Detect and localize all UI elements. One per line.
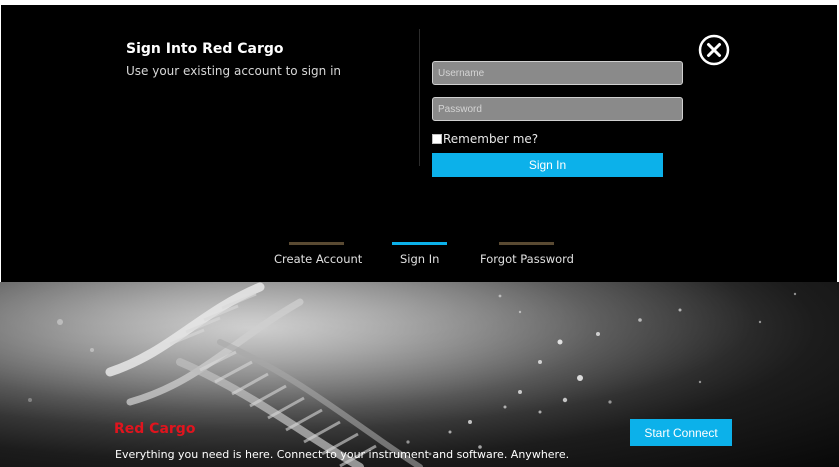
vertical-divider [419,29,420,166]
start-connect-button[interactable]: Start Connect [630,419,732,446]
hero-tagline: Everything you need is here. Connect to … [115,448,570,461]
tab-sign-in[interactable]: Sign In [400,252,439,266]
dialog-title: Sign Into Red Cargo [126,41,284,57]
remember-me-checkbox[interactable] [432,134,442,144]
dialog-subtitle: Use your existing account to sign in [126,64,342,78]
password-input[interactable] [432,97,683,121]
close-icon [698,34,730,66]
close-button[interactable] [698,34,730,66]
remember-me-label: Remember me? [443,132,539,146]
username-input[interactable] [432,61,683,85]
tab-indicator-create-account [289,242,344,245]
tab-indicator-forgot-password [499,242,554,245]
sign-in-button[interactable]: Sign In [432,153,663,177]
tab-forgot-password[interactable]: Forgot Password [480,252,574,266]
tab-indicator-sign-in [392,242,447,245]
brand-name: Red Cargo [114,421,196,437]
remember-me-row[interactable]: Remember me? [432,132,538,146]
app-window: Sign Into Red Cargo Use your existing ac… [0,0,839,467]
tab-create-account[interactable]: Create Account [274,252,362,266]
sign-in-dialog: Sign Into Red Cargo Use your existing ac… [1,5,837,282]
